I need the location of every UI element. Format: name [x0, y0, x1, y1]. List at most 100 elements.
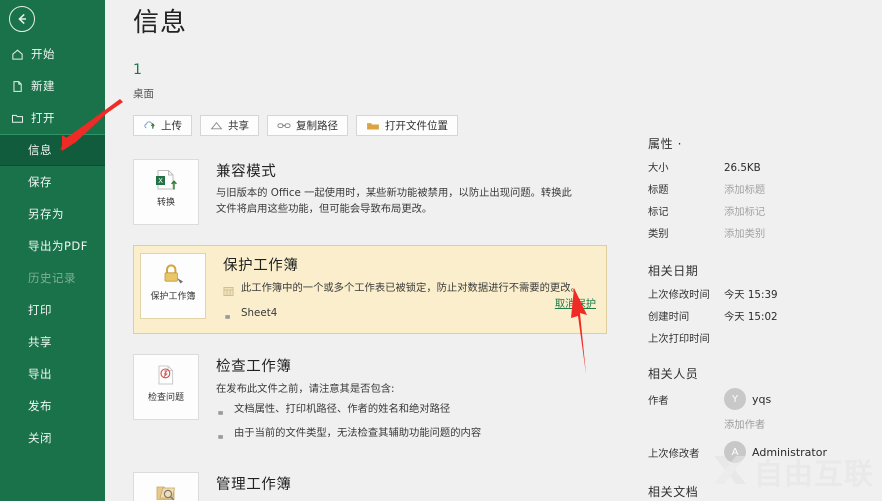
sidebar-item-start[interactable]: 开始 [0, 38, 105, 70]
copy-path-button-label: 复制路径 [296, 120, 338, 132]
sidebar-item-share-label: 共享 [28, 335, 52, 349]
copy-path-button[interactable]: 复制路径 [267, 115, 348, 136]
manage-workbook-title: 管理工作簿 [216, 476, 292, 493]
property-key-category: 类别 [648, 228, 669, 240]
home-icon [11, 48, 28, 61]
protect-workbook-body: 保护工作簿 此工作簿中的一个或多个工作表已被锁定，防止对数据进行不需要的更改。 [206, 253, 600, 326]
document-name: 1 [133, 62, 142, 78]
protect-workbook-note: 此工作簿中的一个或多个工作表已被锁定，防止对数据进行不需要的更改。 [223, 281, 600, 301]
sidebar-item-share[interactable]: 共享 [0, 326, 105, 358]
author-key: 作者 [648, 394, 669, 407]
protect-workbook-note-text: 此工作簿中的一个或多个工作表已被锁定，防止对数据进行不需要的更改。 [241, 282, 581, 294]
upload-button[interactable]: 上传 [133, 115, 192, 136]
sidebar-item-publish-label: 发布 [28, 399, 52, 413]
property-row-size: 大小 26.5KB [648, 159, 882, 174]
sidebar-top-group: 开始 新建 打开 [0, 38, 105, 134]
svg-text:X: X [158, 177, 163, 185]
property-value-category[interactable]: 添加类别 [724, 225, 765, 240]
excel-backstage-info-screen: 开始 新建 打开 信息 保存 另存为 导出为PDF 历史记录 打印 共享 导出 … [0, 0, 882, 501]
cloud-upload-icon [143, 120, 156, 131]
date-key-modified: 上次修改时间 [648, 289, 710, 301]
watermark: 自由互联 [711, 451, 874, 493]
share-button[interactable]: 共享 [200, 115, 259, 136]
protect-workbook-button[interactable]: 保护工作簿 [140, 253, 206, 319]
open-folder-icon [11, 112, 28, 125]
back-arrow-icon [15, 12, 29, 26]
back-button[interactable] [9, 6, 35, 32]
main-content: 信息 1 桌面 上传 共享 复制路径 打开文件位置 X 转换 兼容模式 与旧版本… [105, 0, 640, 501]
property-row-tags: 标记 添加标记 [648, 203, 882, 218]
inspect-document-icon [153, 362, 179, 390]
protect-workbook-lock-icon [159, 261, 187, 289]
action-button-row: 上传 共享 复制路径 打开文件位置 [133, 115, 640, 136]
property-key-title: 标题 [648, 184, 669, 196]
sidebar-item-start-label: 开始 [31, 47, 55, 61]
protected-sheet-item: Sheet4 [223, 306, 600, 326]
sidebar-item-save[interactable]: 保存 [0, 166, 105, 198]
inspect-bullet-1-text: 文档属性、打印机路径、作者的姓名和绝对路径 [234, 402, 451, 415]
protect-workbook-title: 保护工作簿 [223, 258, 299, 274]
manage-workbook-button[interactable]: 管理工作簿 [133, 471, 199, 501]
square-bullet-icon [216, 427, 228, 446]
manage-workbook-body: 管理工作簿 没有任何未保存的更改。 [199, 472, 617, 501]
locked-sheet-icon [223, 282, 235, 301]
sidebar-item-print[interactable]: 打印 [0, 294, 105, 326]
author-name: yqs [752, 392, 772, 406]
compatibility-mode-body: 兼容模式 与旧版本的 Office 一起使用时，某些新功能被禁用，以防止出现问题… [199, 159, 617, 225]
open-file-location-button[interactable]: 打开文件位置 [356, 115, 458, 136]
date-row-created: 创建时间 今天 15:02 [648, 308, 882, 323]
properties-heading: 属性 · [648, 137, 683, 151]
sidebar-item-new-label: 新建 [31, 79, 55, 93]
compatibility-mode-card: X 转换 兼容模式 与旧版本的 Office 一起使用时，某些新功能被禁用，以防… [133, 151, 617, 233]
properties-panel: 属性 · 大小 26.5KB 标题 添加标题 标记 添加标记 类别 添加类别 相… [640, 0, 882, 501]
sidebar-item-publish[interactable]: 发布 [0, 390, 105, 422]
sidebar-item-new[interactable]: 新建 [0, 70, 105, 102]
date-value-modified: 今天 15:39 [724, 289, 778, 301]
sidebar-item-export-label: 导出 [28, 367, 52, 381]
sidebar-item-close[interactable]: 关闭 [0, 422, 105, 454]
convert-button[interactable]: X 转换 [133, 159, 199, 225]
protected-sheet-name: Sheet4 [241, 307, 278, 319]
page-title: 信息 [133, 8, 188, 38]
compatibility-mode-desc: 与旧版本的 Office 一起使用时，某些新功能被禁用，以防止出现问题。转换此文… [216, 187, 572, 215]
left-sidebar: 开始 新建 打开 信息 保存 另存为 导出为PDF 历史记录 打印 共享 导出 … [0, 0, 105, 501]
date-row-printed: 上次打印时间 [648, 330, 882, 345]
open-file-location-button-label: 打开文件位置 [385, 120, 448, 132]
sidebar-item-history[interactable]: 历史记录 [0, 262, 105, 294]
property-row-title: 标题 添加标题 [648, 181, 882, 196]
link-icon [277, 121, 291, 130]
protect-workbook-button-label: 保护工作簿 [150, 292, 196, 302]
sidebar-main-group: 信息 保存 另存为 导出为PDF 历史记录 打印 共享 导出 发布 关闭 [0, 134, 105, 454]
dates-heading: 相关日期 [648, 264, 699, 278]
unprotect-link[interactable]: 取消保护 [555, 295, 596, 310]
upload-button-label: 上传 [161, 120, 182, 132]
property-value-tags[interactable]: 添加标记 [724, 203, 765, 218]
inspect-bullet-2: 由于当前的文件类型，无法检查其辅助功能问题的内容 [216, 426, 617, 446]
sidebar-item-save-as-label: 另存为 [28, 207, 64, 221]
sidebar-item-info-label: 信息 [28, 143, 52, 157]
inspect-issues-button[interactable]: 检查问题 [133, 354, 199, 420]
sidebar-item-open[interactable]: 打开 [0, 102, 105, 134]
inspect-issues-button-label: 检查问题 [147, 393, 184, 403]
new-document-icon [11, 80, 28, 93]
sidebar-item-info[interactable]: 信息 [0, 134, 105, 166]
author-row: 作者 Y yqs [648, 388, 882, 410]
sidebar-item-history-label: 历史记录 [28, 271, 76, 285]
share-button-label: 共享 [228, 120, 249, 132]
date-row-modified: 上次修改时间 今天 15:39 [648, 286, 882, 301]
sidebar-item-save-as[interactable]: 另存为 [0, 198, 105, 230]
share-icon [210, 120, 223, 131]
sidebar-item-export-pdf[interactable]: 导出为PDF [0, 230, 105, 262]
property-value-title[interactable]: 添加标题 [724, 181, 765, 196]
convert-excel-icon: X [153, 167, 179, 195]
add-author-link[interactable]: 添加作者 [724, 416, 882, 431]
property-key-size: 大小 [648, 162, 669, 174]
people-heading: 相关人员 [648, 367, 699, 381]
inspect-workbook-body: 检查工作簿 在发布此文件之前，请注意其是否包含: 文档属性、打印机路径、作者的姓… [199, 354, 617, 446]
date-key-created: 创建时间 [648, 311, 690, 323]
sheet-bullet-icon [223, 307, 235, 326]
sidebar-item-export[interactable]: 导出 [0, 358, 105, 390]
inspect-workbook-card: 检查问题 检查工作簿 在发布此文件之前，请注意其是否包含: 文档属性、打印机路径… [133, 346, 617, 454]
property-row-category: 类别 添加类别 [648, 225, 882, 240]
square-bullet-icon [216, 403, 228, 422]
